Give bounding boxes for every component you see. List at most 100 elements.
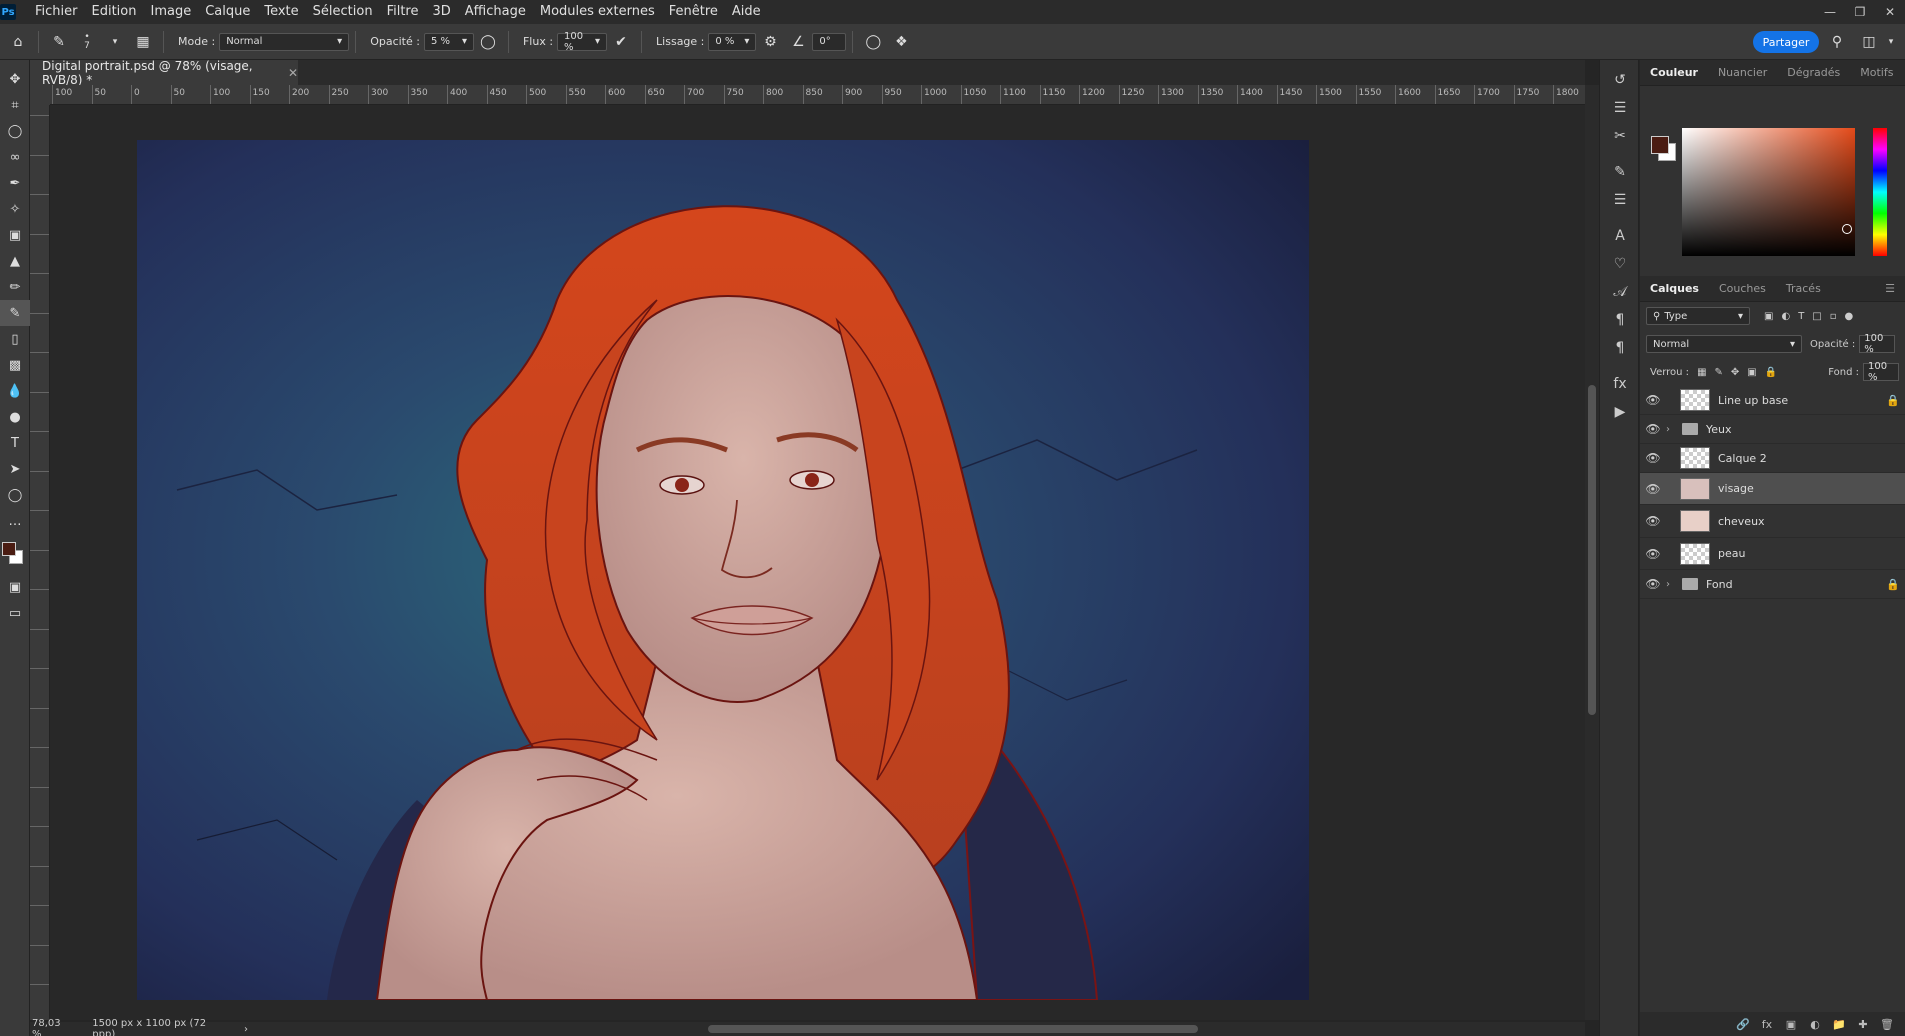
tools-options-icon[interactable]: ✂ <box>1600 122 1640 150</box>
path-selection-tool-icon[interactable]: ➤ <box>0 456 30 482</box>
blend-mode-select[interactable]: Normal ▾ <box>1646 335 1802 353</box>
actions-icon[interactable]: ▶ <box>1600 398 1640 426</box>
layer-group-row[interactable]: 👁 › Fond 🔒 <box>1640 570 1905 599</box>
brush-preset-picker[interactable]: • 7 <box>75 30 99 54</box>
layer-group-row[interactable]: 👁 › Yeux <box>1640 415 1905 444</box>
tab-nuancier[interactable]: Nuancier <box>1708 60 1777 86</box>
menu-fichier[interactable]: Fichier <box>28 0 85 24</box>
layer-row[interactable]: 👁 peau <box>1640 538 1905 570</box>
horizontal-scrollbar[interactable] <box>270 1022 1585 1036</box>
filter-smart-object-icon[interactable]: ▫ <box>1830 311 1837 322</box>
filter-type-icon[interactable]: T <box>1798 311 1804 322</box>
move-tool-icon[interactable]: ✥ <box>0 66 30 92</box>
color-picker-field[interactable] <box>1682 128 1855 256</box>
add-mask-icon[interactable]: ▣ <box>1779 1018 1803 1031</box>
menu-filtre[interactable]: Filtre <box>380 0 426 24</box>
paragraph-icon[interactable]: ¶ <box>1600 306 1640 334</box>
menu-aide[interactable]: Aide <box>725 0 768 24</box>
menu-calque[interactable]: Calque <box>198 0 257 24</box>
mode-select[interactable]: Normal ▾ <box>219 32 350 51</box>
vertical-scrollbar[interactable] <box>1585 85 1599 1020</box>
character-icon[interactable]: A <box>1600 222 1640 250</box>
filter-shape-icon[interactable]: □ <box>1812 311 1821 322</box>
paragraph-styles-icon[interactable]: ¶ <box>1600 334 1640 362</box>
fill-input[interactable]: 100 % <box>1863 361 1899 383</box>
ellipse-tool-icon[interactable]: ◯ <box>0 482 30 508</box>
brush-tool-icon[interactable]: ✎ <box>0 300 30 326</box>
chevron-right-icon[interactable]: › <box>244 1024 248 1035</box>
lasso-tool-icon[interactable]: ∞ <box>0 144 30 170</box>
color-picker-cursor[interactable] <box>1842 224 1852 234</box>
vertical-ruler[interactable] <box>30 105 50 1020</box>
stamp-tool-icon[interactable]: ▲ <box>0 248 30 274</box>
chevron-right-icon[interactable]: › <box>1666 579 1676 590</box>
crop-tool-icon[interactable]: ⌗ <box>0 92 30 118</box>
frame-tool-icon[interactable]: ▣ <box>0 222 30 248</box>
opacity-select[interactable]: 5 % ▾ <box>423 32 474 51</box>
new-adjustment-icon[interactable]: ◐ <box>1803 1018 1827 1031</box>
quick-selection-tool-icon[interactable]: ✧ <box>0 196 30 222</box>
hue-slider[interactable] <box>1873 128 1887 256</box>
eye-icon[interactable]: 👁 <box>1640 482 1666 496</box>
tab-calques[interactable]: Calques <box>1640 276 1709 302</box>
layer-row[interactable]: 👁 Line up base 🔒 <box>1640 386 1905 415</box>
menu-selection[interactable]: Sélection <box>306 0 380 24</box>
home-icon[interactable]: ⌂ <box>6 30 30 54</box>
restore-icon[interactable]: ❐ <box>1845 0 1875 24</box>
horizontal-ruler[interactable]: 100 50 0 50 100 150 200 250 300 350 400 450 500 550 60… <box>50 85 1585 105</box>
eye-icon[interactable]: 👁 <box>1640 422 1666 436</box>
brush-settings-icon[interactable]: ▦ <box>131 30 155 54</box>
new-group-icon[interactable]: 📁 <box>1827 1018 1851 1031</box>
flow-select[interactable]: 100 % ▾ <box>557 31 608 53</box>
symmetry-icon[interactable]: ❖ <box>889 30 913 54</box>
foreground-swatch[interactable] <box>2 542 16 556</box>
layer-row[interactable]: 👁 Calque 2 <box>1640 444 1905 473</box>
layer-opacity-input[interactable]: 100 % <box>1859 333 1896 355</box>
tab-traces[interactable]: Tracés <box>1776 276 1831 302</box>
tab-motifs[interactable]: Motifs <box>1850 60 1903 86</box>
properties-icon[interactable]: ☰ <box>1600 186 1640 214</box>
close-icon[interactable]: ✕ <box>1875 0 1905 24</box>
menu-3d[interactable]: 3D <box>426 0 458 24</box>
document-tab[interactable]: Digital portrait.psd @ 78% (visage, RVB/… <box>30 59 298 87</box>
layer-row[interactable]: 👁 cheveux <box>1640 505 1905 538</box>
minimize-icon[interactable]: — <box>1815 0 1845 24</box>
search-icon[interactable]: ⚲ <box>1825 30 1849 54</box>
workspace-icon[interactable]: ◫ <box>1857 30 1881 54</box>
marquee-tool-icon[interactable]: ◯ <box>0 118 30 144</box>
styles-icon[interactable]: fx <box>1600 370 1640 398</box>
menu-fenetre[interactable]: Fenêtre <box>662 0 725 24</box>
zoom-level[interactable]: 78,03 % <box>32 1018 70 1036</box>
tab-couleur[interactable]: Couleur <box>1640 60 1708 86</box>
close-icon[interactable]: ✕ <box>288 66 298 80</box>
adjustments-icon[interactable]: ☰ <box>1600 94 1640 122</box>
tab-degrades[interactable]: Dégradés <box>1777 60 1850 86</box>
menu-affichage[interactable]: Affichage <box>458 0 533 24</box>
filter-toggle-icon[interactable]: ● <box>1845 311 1854 322</box>
trash-icon[interactable]: 🗑 <box>1875 1018 1899 1031</box>
new-layer-icon[interactable]: ✚ <box>1851 1018 1875 1031</box>
pressure-size-icon[interactable]: ◯ <box>861 30 885 54</box>
airbrush-icon[interactable]: ✔ <box>609 30 633 54</box>
history-icon[interactable]: ↺ <box>1600 66 1640 94</box>
pressure-opacity-icon[interactable]: ◯ <box>476 30 500 54</box>
brush-tool-icon[interactable]: ✎ <box>47 30 71 54</box>
chevron-right-icon[interactable]: › <box>1666 424 1676 435</box>
eye-icon[interactable]: 👁 <box>1640 451 1666 465</box>
eye-icon[interactable]: 👁 <box>1640 577 1666 591</box>
lock-transparent-icon[interactable]: ▦ <box>1697 367 1706 378</box>
menu-image[interactable]: Image <box>143 0 198 24</box>
screen-mode-icon[interactable]: ▭ <box>0 600 30 626</box>
link-layers-icon[interactable]: 🔗 <box>1731 1018 1755 1031</box>
eye-icon[interactable]: 👁 <box>1640 547 1666 561</box>
lock-image-icon[interactable]: ✎ <box>1715 367 1723 378</box>
brush-settings-icon[interactable]: ✎ <box>1600 158 1640 186</box>
menu-texte[interactable]: Texte <box>257 0 305 24</box>
chevron-down-icon[interactable]: ▾ <box>1879 30 1903 54</box>
glyphs-icon[interactable]: ♡ <box>1600 250 1640 278</box>
layer-filter-select[interactable]: ⚲ Type ▾ <box>1646 307 1750 325</box>
share-button[interactable]: Partager <box>1753 31 1819 53</box>
panel-menu-icon[interactable]: ☰ <box>1875 276 1905 302</box>
chevron-down-icon[interactable]: ▾ <box>103 30 127 54</box>
eraser-tool-icon[interactable]: ▯ <box>0 326 30 352</box>
